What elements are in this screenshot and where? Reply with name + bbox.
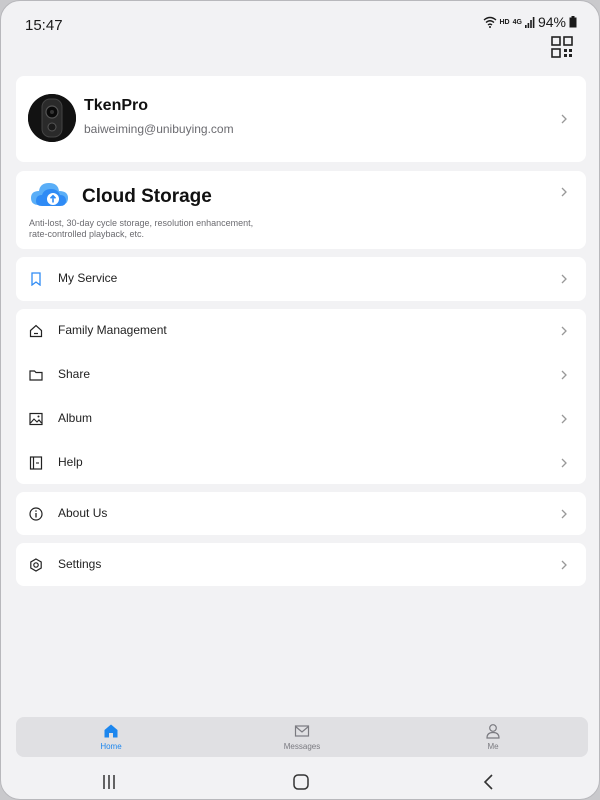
chevron-right-icon xyxy=(561,274,567,284)
tab-label: Home xyxy=(100,742,122,751)
system-nav-bar xyxy=(1,765,599,799)
cloud-storage-title: Cloud Storage xyxy=(82,186,212,207)
person-icon xyxy=(486,724,500,739)
tab-messages[interactable]: Messages xyxy=(207,717,397,757)
menu-item-help[interactable]: Help xyxy=(16,441,586,485)
menu-item-label: About Us xyxy=(58,506,108,520)
info-icon xyxy=(29,507,43,521)
qr-code-icon[interactable] xyxy=(551,36,573,58)
menu-item-my-service[interactable]: My Service xyxy=(16,257,586,301)
home-outline-icon xyxy=(29,324,43,338)
menu-item-label: Family Management xyxy=(58,323,167,337)
chevron-right-icon xyxy=(561,326,567,336)
network-type: 4G xyxy=(512,18,522,26)
battery-text: 94% xyxy=(537,14,566,30)
cloud-upload-icon xyxy=(31,183,68,206)
menu-item-label: Help xyxy=(58,455,83,469)
chevron-right-icon xyxy=(561,560,567,570)
menu-item-label: Settings xyxy=(58,557,102,571)
image-icon xyxy=(29,412,43,426)
main-menu-card: Family Management Share Album Help xyxy=(16,309,586,484)
home-button-icon[interactable] xyxy=(291,773,311,791)
menu-item-label: My Service xyxy=(58,271,118,285)
menu-item-settings[interactable]: Settings xyxy=(16,543,586,587)
menu-item-label: Share xyxy=(58,367,91,381)
settings-card: Settings xyxy=(16,543,586,586)
tab-me[interactable]: Me xyxy=(398,717,588,757)
chevron-right-icon xyxy=(561,370,567,380)
bookmark-icon xyxy=(31,272,41,286)
about-card: About Us xyxy=(16,492,586,535)
bottom-nav: Home Messages Me xyxy=(16,717,588,757)
cloud-storage-card[interactable]: Cloud Storage Anti-lost, 30-day cycle st… xyxy=(16,171,586,249)
cloud-storage-description: Anti-lost, 30-day cycle storage, resolut… xyxy=(29,218,254,239)
menu-item-about-us[interactable]: About Us xyxy=(16,492,586,536)
profile-email: baiweiming@unibuying.com xyxy=(84,122,234,136)
tab-home[interactable]: Home xyxy=(16,717,206,757)
tab-label: Messages xyxy=(283,742,321,751)
mail-icon xyxy=(294,725,310,737)
chevron-right-icon xyxy=(561,509,567,519)
signal-icon xyxy=(524,16,535,28)
menu-item-family-management[interactable]: Family Management xyxy=(16,309,586,353)
battery-icon xyxy=(569,16,577,28)
profile-name: TkenPro xyxy=(84,97,149,114)
tab-label: Me xyxy=(487,742,499,751)
menu-item-share[interactable]: Share xyxy=(16,353,586,397)
hd-badge: HD xyxy=(499,18,510,26)
menu-item-label: Album xyxy=(58,411,93,425)
home-icon xyxy=(104,724,118,738)
status-icons: HD 4G 94% xyxy=(483,14,578,30)
folder-icon xyxy=(29,370,43,381)
chevron-right-icon xyxy=(561,114,567,124)
profile-card[interactable]: TkenPro baiweiming@unibuying.com xyxy=(16,76,586,162)
avatar xyxy=(28,94,76,142)
status-time: 15:47 xyxy=(25,17,63,34)
my-service-card: My Service xyxy=(16,257,586,301)
help-book-icon xyxy=(29,456,43,470)
app-screen: 15:47 HD 4G 94% TkenPro baiweiming@unibu… xyxy=(0,0,600,800)
wifi-icon xyxy=(483,16,496,28)
doorbell-avatar-image xyxy=(28,94,76,142)
status-bar: 15:47 HD 4G 94% xyxy=(1,1,599,45)
gear-icon xyxy=(30,558,42,572)
recent-apps-icon[interactable] xyxy=(99,773,119,791)
menu-item-album[interactable]: Album xyxy=(16,397,586,441)
chevron-right-icon xyxy=(561,458,567,468)
chevron-right-icon xyxy=(561,414,567,424)
back-icon[interactable] xyxy=(479,773,499,791)
chevron-right-icon xyxy=(561,187,567,197)
